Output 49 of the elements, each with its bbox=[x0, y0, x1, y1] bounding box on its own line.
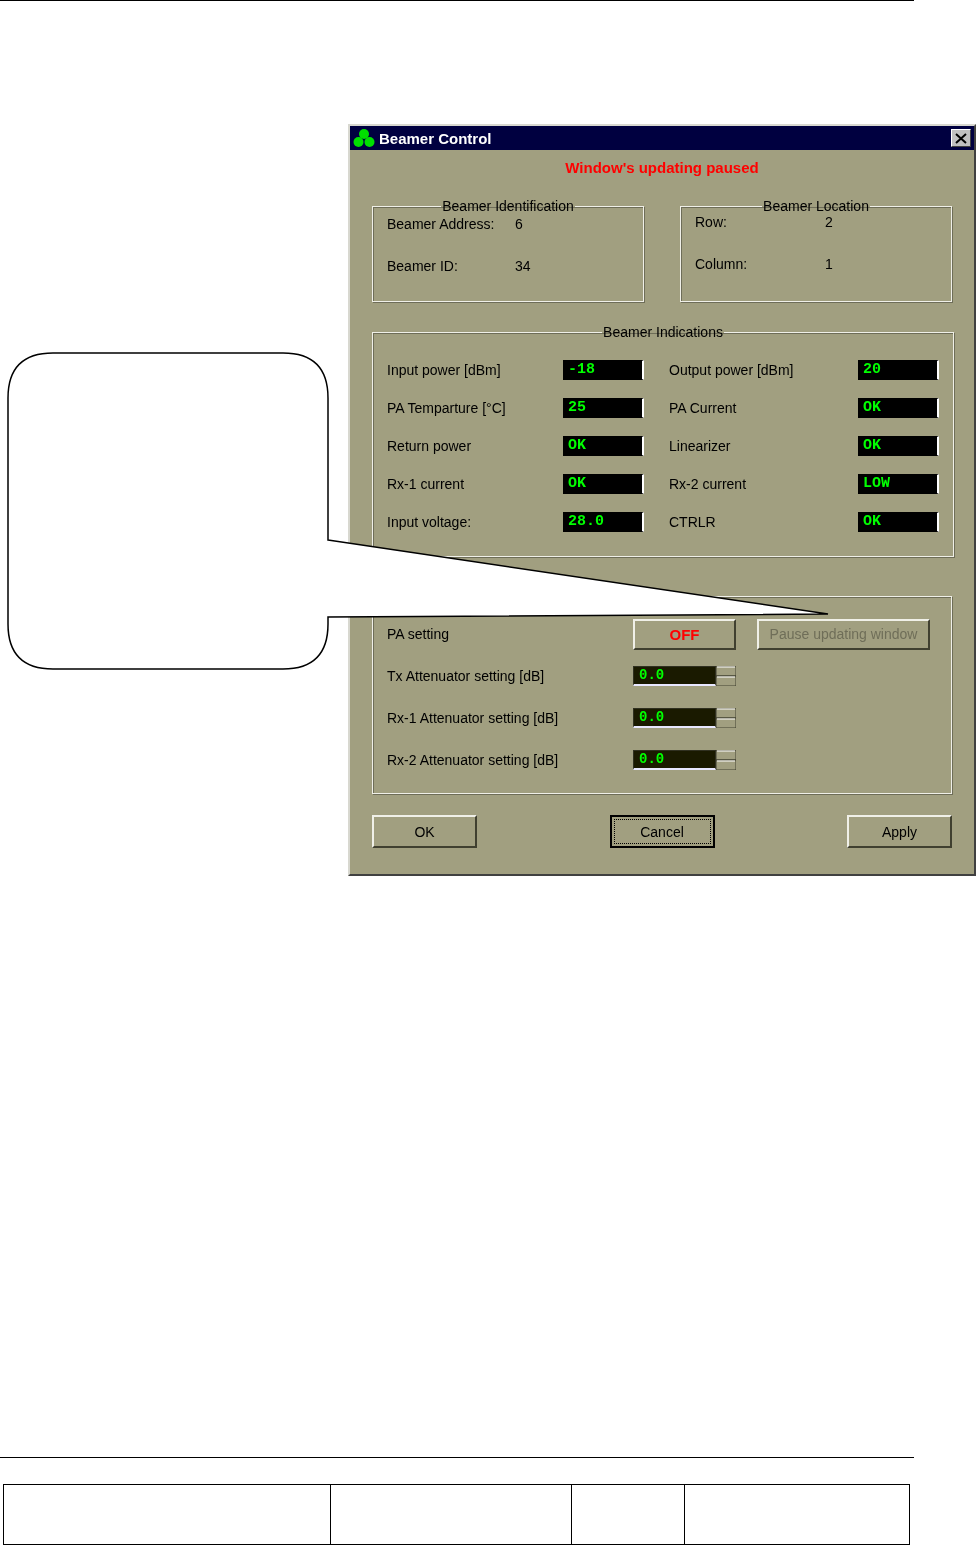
field-value: 2 bbox=[825, 214, 834, 230]
setting-label: Rx-1 Attenuator setting [dB] bbox=[387, 710, 560, 726]
indicator-display: 20 bbox=[858, 360, 939, 380]
indicator-label: Input power [dBm] bbox=[387, 362, 502, 378]
field-label: Row: bbox=[695, 214, 728, 230]
setting-label: Tx Attenuator setting [dB] bbox=[387, 668, 546, 684]
field-label: Beamer ID: bbox=[387, 258, 459, 274]
window-title: Beamer Control bbox=[379, 129, 493, 147]
field-label: Beamer Address: bbox=[387, 216, 496, 232]
indicator-label: Return power bbox=[387, 438, 473, 454]
close-button[interactable] bbox=[951, 129, 971, 147]
spinner-icon[interactable] bbox=[716, 708, 736, 728]
field-value: 1 bbox=[825, 256, 834, 272]
indicator-label: Rx-2 current bbox=[669, 476, 748, 492]
setting-label: PA setting bbox=[387, 626, 450, 642]
indicator-display: OK bbox=[563, 436, 644, 456]
indicator-display: OK bbox=[858, 398, 939, 418]
group-title: Beamer Indications bbox=[602, 324, 724, 340]
indicator-label: PA Current bbox=[669, 400, 738, 416]
field-value: 6 bbox=[515, 216, 524, 232]
cluster-icon bbox=[353, 128, 375, 148]
indicator-display: -18 bbox=[563, 360, 644, 380]
dialog-button[interactable]: OK bbox=[372, 815, 477, 848]
indicator-label: Output power [dBm] bbox=[669, 362, 795, 378]
status-message: Window's updating paused bbox=[564, 159, 760, 178]
setting-label: Rx-2 Attenuator setting [dB] bbox=[387, 752, 560, 768]
indicator-display: 28.0 bbox=[563, 512, 644, 532]
group-title: Beamer Identification bbox=[441, 198, 575, 214]
indicator-display: OK bbox=[563, 474, 644, 494]
dialog-button[interactable]: Apply bbox=[847, 815, 952, 848]
attenuator-field[interactable]: 0.0 bbox=[633, 750, 716, 770]
indicator-label: CTRLR bbox=[669, 514, 717, 530]
indicator-display: LOW bbox=[858, 474, 939, 494]
group-title: Beamer Location bbox=[762, 198, 870, 214]
attenuator-field[interactable]: 0.0 bbox=[633, 708, 716, 728]
indicator-label: Linearizer bbox=[669, 438, 732, 454]
close-icon bbox=[955, 132, 967, 144]
attenuator-field[interactable]: 0.0 bbox=[633, 666, 716, 686]
dialog-button[interactable]: Cancel bbox=[609, 815, 715, 848]
field-label: Column: bbox=[695, 256, 749, 272]
indicator-label: Input voltage: bbox=[387, 514, 473, 530]
spinner-icon[interactable] bbox=[716, 750, 736, 770]
indicator-label: PA Temparture [°C] bbox=[387, 400, 507, 416]
indicator-display: 25 bbox=[563, 398, 644, 418]
indicator-display: OK bbox=[858, 512, 939, 532]
field-value: 34 bbox=[515, 258, 532, 274]
indicator-display: OK bbox=[858, 436, 939, 456]
spinner-icon[interactable] bbox=[716, 666, 736, 686]
indicator-label: Rx-1 current bbox=[387, 476, 466, 492]
